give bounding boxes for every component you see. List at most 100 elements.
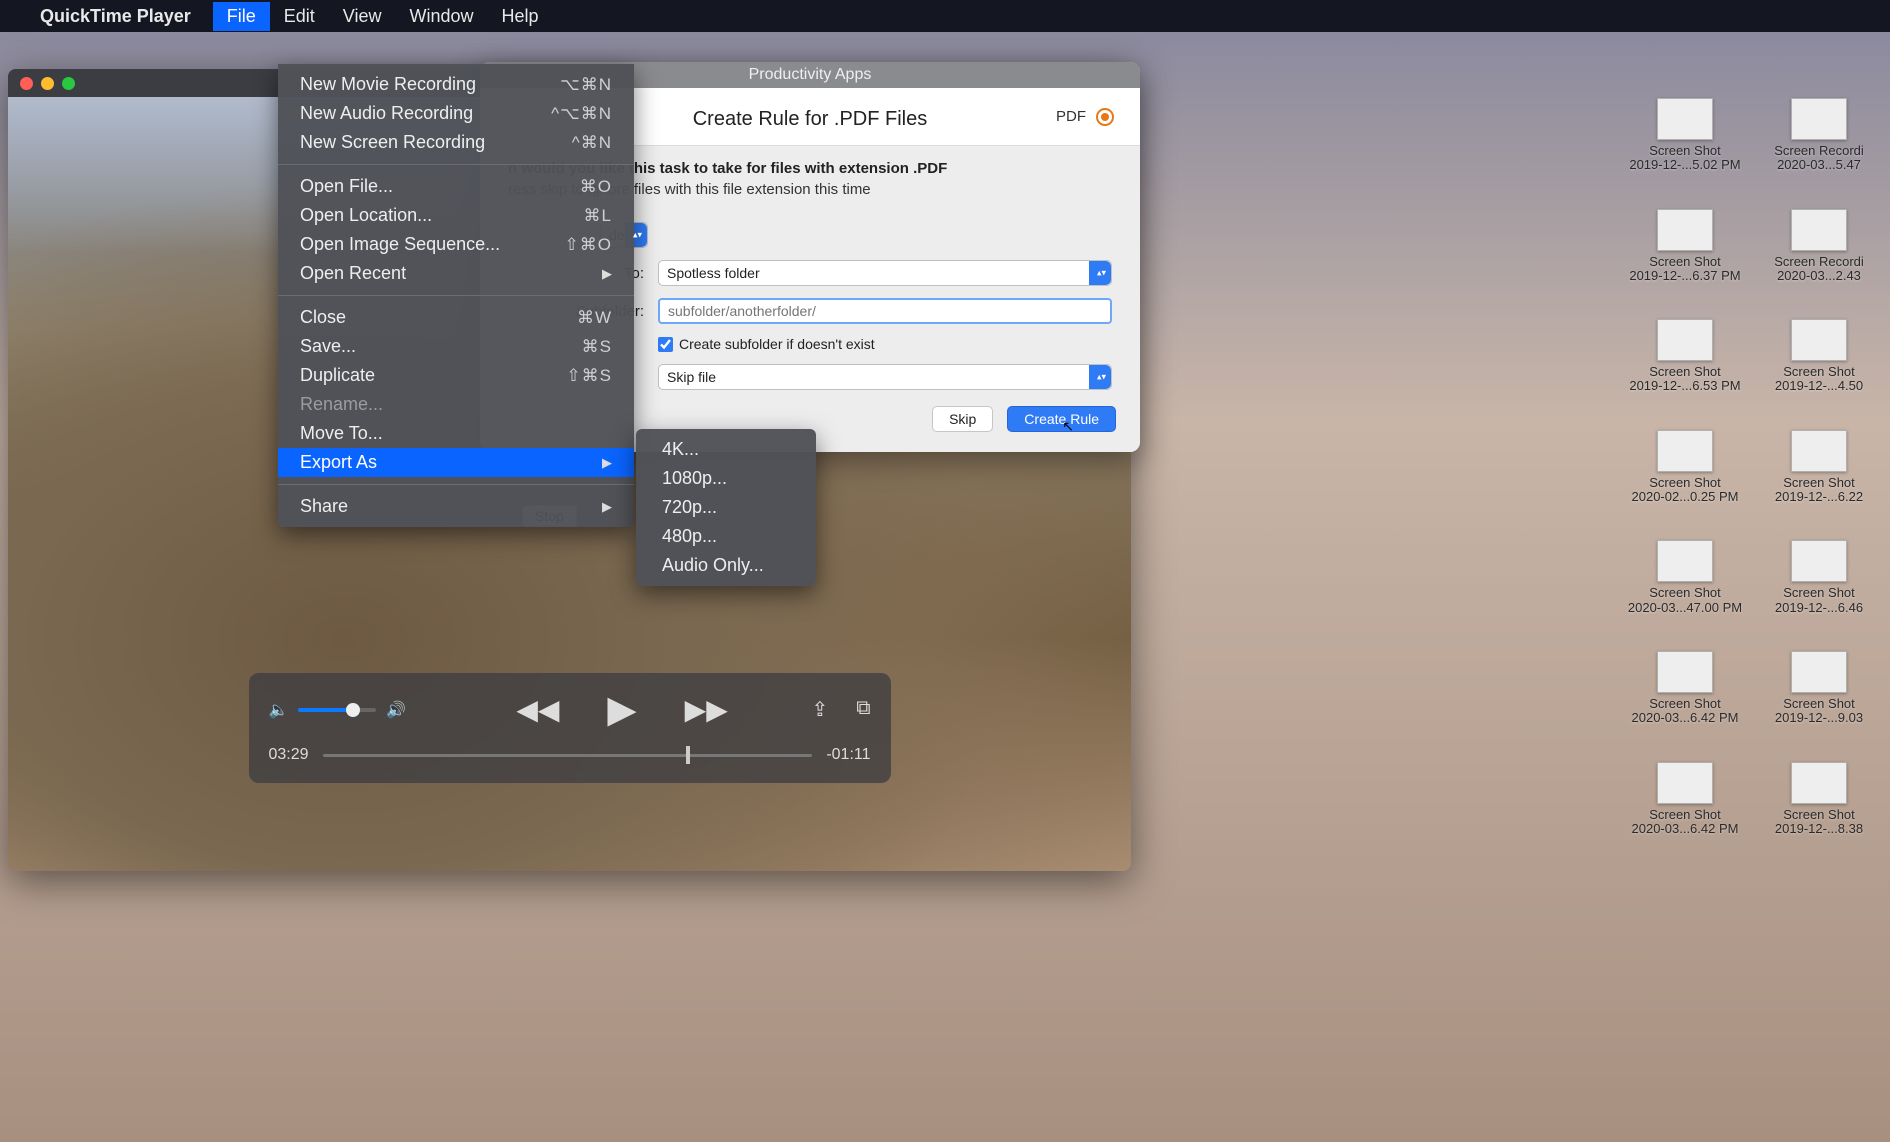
chevron-right-icon: ▶ <box>602 499 612 515</box>
playback-controls: 🔈 🔊 ◀◀ ▶ ▶▶ ⇪ ⧉ <box>249 673 891 783</box>
volume-low-icon[interactable]: 🔈 <box>269 700 289 720</box>
file-thumbnail-icon <box>1657 319 1713 361</box>
current-time: 03:29 <box>269 746 309 764</box>
menu-item-open-location[interactable]: Open Location...⌘L <box>278 201 634 230</box>
file-label: Screen Shot2019-12-...4.50 <box>1756 365 1882 394</box>
export-option-audio-only[interactable]: Audio Only... <box>636 551 816 580</box>
file-thumbnail-icon <box>1657 209 1713 251</box>
menu-item-open-recent[interactable]: Open Recent▶ <box>278 259 634 288</box>
menubar: QuickTime Player File Edit View Window H… <box>0 0 1890 32</box>
file-label: Screen Shot2020-02...0.25 PM <box>1622 476 1748 505</box>
desktop-file[interactable]: Screen Shot2019-12-...6.46 <box>1754 540 1884 615</box>
file-label: Screen Shot2019-12-...9.03 <box>1756 697 1882 726</box>
pip-icon[interactable]: ⧉ <box>856 697 870 722</box>
file-label: Screen Recordi2020-03...2.43 <box>1756 255 1882 284</box>
app-name[interactable]: QuickTime Player <box>40 6 191 27</box>
chevron-right-icon: ▶ <box>602 266 612 282</box>
desktop-file[interactable]: Screen Shot2019-12-...5.02 PM <box>1620 98 1750 173</box>
menu-view[interactable]: View <box>329 2 396 31</box>
file-thumbnail-icon <box>1791 319 1847 361</box>
subfolder-input[interactable] <box>658 298 1112 324</box>
menu-help[interactable]: Help <box>488 2 553 31</box>
file-menu-dropdown: New Movie Recording⌥⌘NNew Audio Recordin… <box>278 64 634 527</box>
file-thumbnail-icon <box>1657 98 1713 140</box>
skip-select[interactable]: Skip file▴▾ <box>658 364 1112 390</box>
menu-item-duplicate[interactable]: Duplicate⇧⌘S <box>278 361 634 390</box>
file-thumbnail-icon <box>1791 430 1847 472</box>
menu-item-new-movie-recording[interactable]: New Movie Recording⌥⌘N <box>278 70 634 99</box>
create-subfolder-label: Create subfolder if doesn't exist <box>679 336 875 352</box>
forward-button[interactable]: ▶▶ <box>685 693 728 726</box>
skip-button[interactable]: Skip <box>932 406 993 432</box>
play-button[interactable]: ▶ <box>607 687 636 732</box>
menu-window[interactable]: Window <box>396 2 488 31</box>
menu-item-new-screen-recording[interactable]: New Screen Recording^⌘N <box>278 128 634 157</box>
desktop-file[interactable]: Screen Shot2019-12-...9.03 <box>1754 651 1884 726</box>
desktop: 🔈 🔊 ◀◀ ▶ ▶▶ ⇪ ⧉ <box>0 32 1890 1142</box>
pdf-badge: PDF <box>1056 108 1114 126</box>
create-rule-button[interactable]: Create Rule ↖ <box>1007 406 1116 432</box>
desktop-file[interactable]: Screen Shot2020-03...6.42 PM <box>1620 762 1750 837</box>
desktop-file[interactable]: Screen Shot2019-12-...6.53 PM <box>1620 319 1750 394</box>
file-label: Screen Shot2019-12-...6.53 PM <box>1622 365 1748 394</box>
timeline-scrubber[interactable] <box>323 754 813 757</box>
remaining-time: -01:11 <box>826 746 870 764</box>
menu-item-export-as[interactable]: Export As▶ <box>278 448 634 477</box>
menu-item-rename: Rename... <box>278 390 634 419</box>
menu-edit[interactable]: Edit <box>270 2 329 31</box>
export-option-1080p[interactable]: 1080p... <box>636 464 816 493</box>
close-icon[interactable] <box>20 77 33 90</box>
menu-item-open-image-sequence[interactable]: Open Image Sequence...⇧⌘O <box>278 230 634 259</box>
file-label: Screen Shot2019-12-...6.46 <box>1756 586 1882 615</box>
file-label: Screen Shot2020-03...47.00 PM <box>1622 586 1748 615</box>
desktop-file[interactable]: Screen Recordi2020-03...2.43 <box>1754 209 1884 284</box>
volume-control[interactable]: 🔈 🔊 <box>269 700 407 720</box>
dialog-title: Create Rule for .PDF Files <box>693 108 928 130</box>
minimize-icon[interactable] <box>41 77 54 90</box>
desktop-file[interactable]: Screen Shot2019-12-...6.22 <box>1754 430 1884 505</box>
zoom-icon[interactable] <box>62 77 75 90</box>
volume-slider[interactable] <box>298 708 376 712</box>
share-icon[interactable]: ⇪ <box>811 697 828 722</box>
desktop-file[interactable]: Screen Shot2019-12-...4.50 <box>1754 319 1884 394</box>
rewind-button[interactable]: ◀◀ <box>516 693 559 726</box>
menu-item-share[interactable]: Share▶ <box>278 492 634 521</box>
desktop-icons: Screen Shot2019-12-...5.02 PM Screen Reco… <box>1620 98 1884 836</box>
file-label: Screen Shot2019-12-...6.22 <box>1756 476 1882 505</box>
file-label: Screen Shot2019-12-...8.38 <box>1756 808 1882 837</box>
to-select[interactable]: Spotless folder▴▾ <box>658 260 1112 286</box>
file-thumbnail-icon <box>1657 651 1713 693</box>
menu-item-open-file[interactable]: Open File...⌘O <box>278 172 634 201</box>
export-option-720p[interactable]: 720p... <box>636 493 816 522</box>
desktop-file[interactable]: Screen Shot2020-02...0.25 PM <box>1620 430 1750 505</box>
export-as-submenu: 4K...1080p...720p...480p...Audio Only... <box>636 429 816 586</box>
menu-file[interactable]: File <box>213 2 270 31</box>
create-subfolder-row: Create subfolder if doesn't exist <box>658 336 1112 352</box>
file-thumbnail-icon <box>1657 540 1713 582</box>
file-thumbnail-icon <box>1657 762 1713 804</box>
desktop-file[interactable]: Screen Shot2019-12-...8.38 <box>1754 762 1884 837</box>
volume-high-icon[interactable]: 🔊 <box>386 700 406 720</box>
file-thumbnail-icon <box>1791 651 1847 693</box>
file-thumbnail-icon <box>1791 540 1847 582</box>
export-option-480p[interactable]: 480p... <box>636 522 816 551</box>
chevron-right-icon: ▶ <box>602 455 612 471</box>
desktop-file[interactable]: Screen Shot2020-03...6.42 PM <box>1620 651 1750 726</box>
menu-item-save[interactable]: Save...⌘S <box>278 332 634 361</box>
file-thumbnail-icon <box>1791 209 1847 251</box>
create-subfolder-checkbox[interactable] <box>658 337 673 352</box>
desktop-file[interactable]: Screen Shot2019-12-...6.37 PM <box>1620 209 1750 284</box>
desktop-file[interactable]: Screen Shot2020-03...47.00 PM <box>1620 540 1750 615</box>
file-label: Screen Shot2020-03...6.42 PM <box>1622 697 1748 726</box>
menu-item-close[interactable]: Close⌘W <box>278 303 634 332</box>
file-label: Screen Recordi2020-03...5.47 <box>1756 144 1882 173</box>
desktop-file[interactable]: Screen Recordi2020-03...5.47 <box>1754 98 1884 173</box>
export-option-4k[interactable]: 4K... <box>636 435 816 464</box>
menu-item-move-to[interactable]: Move To... <box>278 419 634 448</box>
file-label: Screen Shot2019-12-...5.02 PM <box>1622 144 1748 173</box>
cursor-icon: ↖ <box>1062 418 1074 435</box>
file-label: Screen Shot2020-03...6.42 PM <box>1622 808 1748 837</box>
menu-item-new-audio-recording[interactable]: New Audio Recording^⌥⌘N <box>278 99 634 128</box>
file-label: Screen Shot2019-12-...6.37 PM <box>1622 255 1748 284</box>
file-thumbnail-icon <box>1791 98 1847 140</box>
